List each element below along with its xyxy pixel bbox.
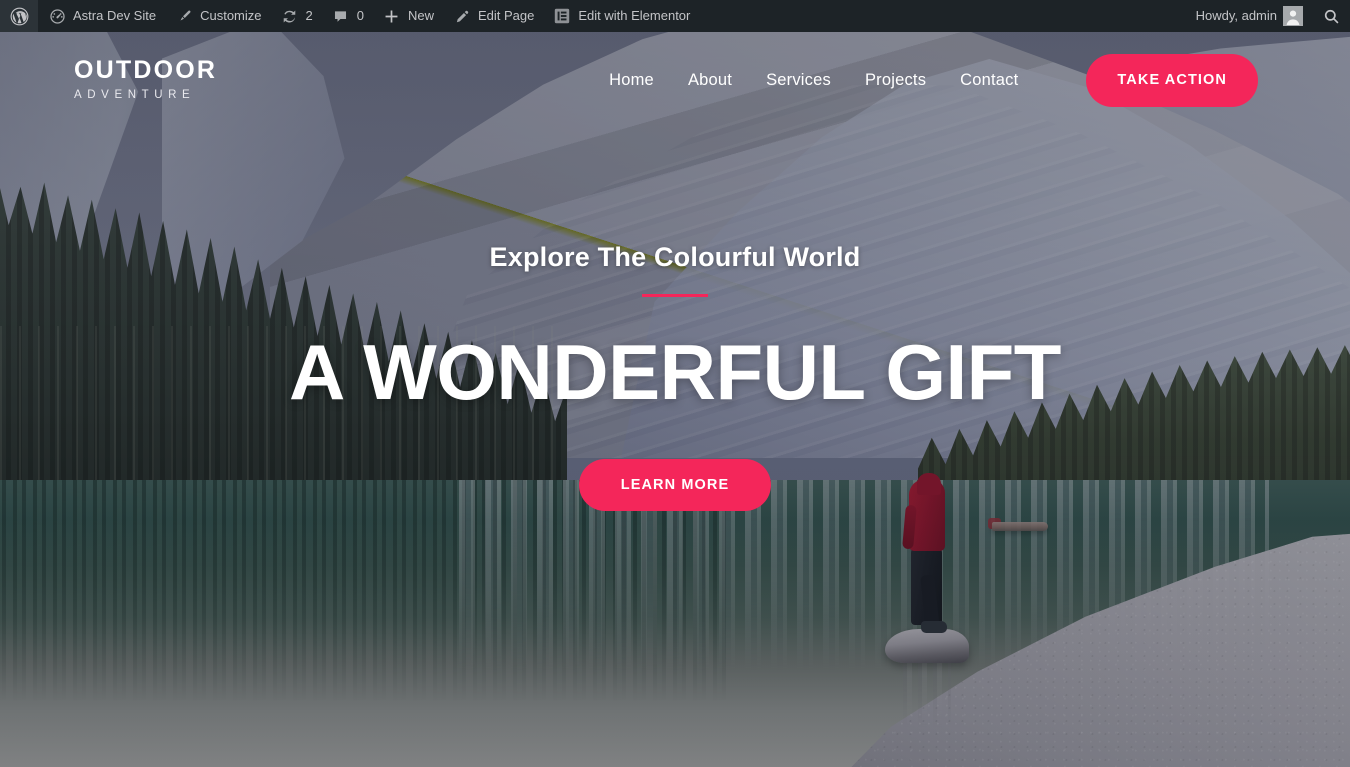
adminbar-item-my-account[interactable]: Howdy, admin (1187, 0, 1312, 32)
adminbar-item-comments[interactable]: 0 (322, 0, 373, 32)
wordpress-icon (9, 6, 29, 26)
site-logo-secondary: ADVENTURE (74, 89, 196, 102)
nav-item-services[interactable]: Services (766, 71, 831, 90)
update-icon (280, 6, 300, 26)
adminbar-elementor-label: Edit with Elementor (578, 8, 691, 23)
adminbar-comments-count: 0 (356, 8, 364, 23)
adminbar-site-name-label: Astra Dev Site (73, 8, 157, 23)
adminbar-item-new-content[interactable]: New (373, 0, 443, 32)
dashboard-icon (47, 6, 67, 26)
adminbar-edit-page-label: Edit Page (478, 8, 535, 23)
paintbrush-icon (174, 6, 194, 26)
adminbar-item-search[interactable] (1312, 0, 1350, 32)
wp-admin-bar: Astra Dev Site Customize 2 0 New Edit Pa… (0, 0, 1350, 32)
adminbar-item-edit-elementor[interactable]: Edit with Elementor (543, 0, 699, 32)
adminbar-item-site-name[interactable]: Astra Dev Site (38, 0, 165, 32)
adminbar-item-edit-page[interactable]: Edit Page (443, 0, 543, 32)
pencil-icon (452, 6, 472, 26)
take-action-button[interactable]: TAKE ACTION (1086, 53, 1258, 107)
hero-subtitle: Explore The Colourful World (489, 242, 861, 272)
adminbar-customize-label: Customize (200, 8, 262, 23)
site-header: OUTDOOR ADVENTURE Home About Services Pr… (0, 32, 1350, 128)
adminbar-spacer (699, 0, 1186, 32)
adminbar-account-greeting: Howdy, admin (1195, 8, 1277, 23)
nav-item-about[interactable]: About (688, 71, 732, 90)
adminbar-right-group: Howdy, admin (1187, 0, 1350, 32)
comment-icon (331, 6, 351, 26)
hero-content: Explore The Colourful World A WONDERFUL … (0, 32, 1350, 767)
hero-title: A WONDERFUL GIFT (289, 328, 1061, 416)
nav-item-projects[interactable]: Projects (865, 71, 926, 90)
adminbar-item-wp-logo[interactable] (0, 0, 38, 32)
nav-item-home[interactable]: Home (609, 71, 654, 90)
hero-accent-rule (642, 294, 708, 297)
adminbar-updates-count: 2 (305, 8, 313, 23)
avatar-icon (1283, 6, 1303, 26)
learn-more-button[interactable]: LEARN MORE (578, 459, 772, 511)
elementor-icon (552, 6, 572, 26)
search-icon (1321, 6, 1341, 26)
adminbar-item-updates[interactable]: 2 (271, 0, 322, 32)
plus-icon (382, 6, 402, 26)
primary-navigation: Home About Services Projects Contact TAK… (609, 53, 1258, 107)
adminbar-new-label: New (407, 8, 434, 23)
site-logo[interactable]: OUTDOOR ADVENTURE (74, 58, 217, 102)
nav-item-contact[interactable]: Contact (960, 71, 1018, 90)
site-logo-primary: OUTDOOR (74, 56, 218, 85)
adminbar-item-customize[interactable]: Customize (165, 0, 270, 32)
page-hero-section: OUTDOOR ADVENTURE Home About Services Pr… (0, 32, 1350, 767)
